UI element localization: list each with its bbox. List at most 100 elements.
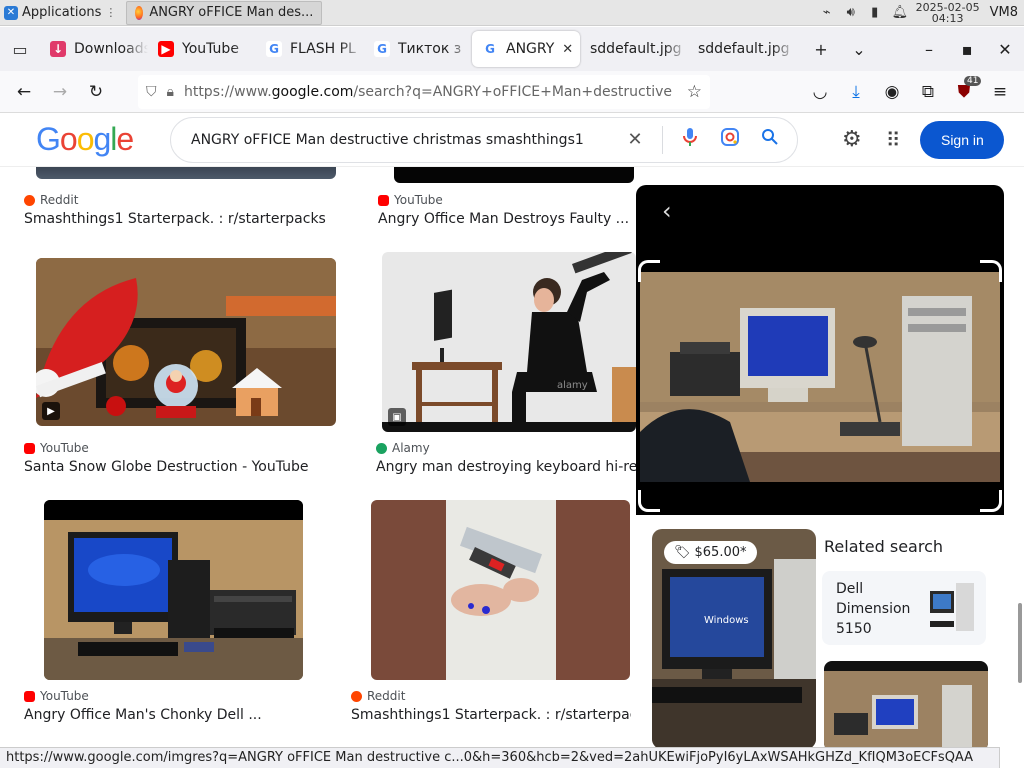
crop-corner-br[interactable] (980, 490, 1002, 512)
xfce-logo-icon: ✕ (4, 5, 18, 20)
menu-separator-icon: ⋮ (105, 6, 117, 19)
back-button[interactable]: ← (6, 74, 42, 110)
clock-date: 2025-02-05 (915, 0, 980, 14)
result-title[interactable]: Smashthings1 Starterpack. : r/starterpac… (351, 707, 631, 723)
tab-2[interactable]: G FLASH PL (256, 31, 364, 67)
tab-4[interactable]: G ANGRY ✕ (472, 31, 580, 67)
crop-corner-bl[interactable] (638, 490, 660, 512)
related-search-heading: Related search (824, 537, 943, 556)
preview-image[interactable] (640, 272, 1000, 482)
app-menu-hamburger-icon[interactable]: ≡ (982, 74, 1018, 110)
system-tray: ⌁ 🔊︎ ▮ 🔔︎ 2025-02-05 04:13 VM8 (820, 2, 1024, 24)
scrollbar-thumb[interactable] (1018, 603, 1022, 683)
tab-fade (448, 31, 472, 67)
google-apps-grid-icon[interactable]: ⠿ (886, 128, 901, 152)
reddit-icon (24, 194, 35, 206)
related-image-2[interactable] (824, 661, 988, 747)
search-box[interactable]: ANGRY oFFICE Man destructive christmas s… (170, 116, 798, 163)
result-source[interactable]: Alamy (376, 441, 430, 455)
related-search-card[interactable]: Dell Dimension 5150 (822, 571, 986, 645)
network-icon[interactable]: ⌁ (820, 5, 834, 20)
related-section: Windows 🏷︎ $65.00* Related search Dell Di… (636, 515, 1004, 747)
account-icon[interactable]: ◉ (874, 74, 910, 110)
tab-label: ANGRY (506, 41, 555, 57)
voice-search-mic-icon[interactable] (677, 127, 703, 152)
search-submit-icon[interactable] (757, 128, 783, 151)
extension-badge-count: 41 (964, 75, 982, 86)
result-image-chonky-dell[interactable] (44, 500, 303, 680)
lock-icon[interactable]: 🔒︎ (167, 84, 174, 100)
new-tab-button[interactable]: + (802, 27, 840, 71)
browser-tab-strip: ▭ ↓ Downloads ▶ YouTube G FLASH PL G Тикток з G A… (0, 27, 1024, 71)
image-preview-panel: ‹ (636, 185, 1004, 515)
tab-5[interactable]: sddefault.jpg (580, 31, 688, 67)
applications-label: Applications (22, 5, 102, 20)
bookmark-star-icon[interactable]: ☆ (687, 82, 702, 102)
tab-0[interactable]: ↓ Downloads (40, 31, 148, 67)
result-source[interactable]: YouTube (24, 689, 89, 703)
settings-gear-icon[interactable]: ⚙ (842, 127, 862, 152)
result-source[interactable]: Reddit (24, 193, 78, 207)
price-tag[interactable]: 🏷︎ $65.00* (664, 541, 757, 564)
tracking-shield-icon[interactable]: ⛉ (146, 84, 157, 100)
search-input[interactable]: ANGRY oFFICE Man destructive christmas s… (191, 132, 608, 148)
downloads-favicon-icon: ↓ (50, 41, 66, 57)
result-image-santa-globe[interactable]: ▶ (36, 258, 336, 426)
source-label: YouTube (40, 689, 89, 703)
price-tag-icon: 🏷︎ (674, 545, 691, 560)
list-tabs-chevron-icon[interactable]: ⌄ (840, 27, 878, 71)
downloads-icon[interactable]: ⤓ (838, 74, 874, 110)
tab-3[interactable]: G Тикток з (364, 31, 472, 67)
google-lens-icon[interactable] (717, 127, 743, 152)
product-tile[interactable]: Windows 🏷︎ $65.00* (652, 529, 816, 747)
battery-icon[interactable]: ▮ (868, 5, 882, 20)
source-label: Alamy (392, 441, 430, 455)
crop-corner-tl[interactable] (638, 260, 660, 282)
google-logo[interactable]: Google (36, 121, 134, 158)
extensions-puzzle-icon[interactable]: ⧉ (910, 74, 946, 110)
result-source[interactable]: YouTube (378, 193, 443, 207)
result-image-partial-2[interactable] (394, 167, 634, 183)
ublock-extension-icon[interactable]: ⛊ 41 (946, 74, 982, 110)
applications-menu[interactable]: ✕ Applications ⋮ (0, 0, 120, 26)
source-label: Reddit (40, 193, 79, 207)
related-search-label: Dell Dimension 5150 (836, 581, 911, 637)
result-image-smashing-hands[interactable] (371, 500, 630, 680)
tab-6[interactable]: sddefault.jpg (688, 31, 796, 67)
result-title[interactable]: Angry Office Man Destroys Faulty ... (378, 211, 634, 227)
vm-label: VM8 (989, 5, 1018, 20)
forward-button[interactable]: → (42, 74, 78, 110)
windows-logo-text: Windows (704, 615, 749, 626)
close-window-button[interactable]: ✕ (986, 27, 1024, 71)
tab-1[interactable]: ▶ YouTube (148, 31, 256, 67)
result-title[interactable]: Santa Snow Globe Destruction - YouTube (24, 459, 344, 475)
pocket-icon[interactable]: ◡ (802, 74, 838, 110)
taskbar-window-firefox[interactable]: ANGRY oFFICE Man des... (126, 0, 323, 25)
tab-fade (232, 31, 256, 67)
result-title[interactable]: Angry man destroying keyboard hi-res ... (376, 459, 636, 475)
google-favicon-icon: G (266, 41, 282, 57)
result-source[interactable]: YouTube (24, 441, 89, 455)
url-text: https://www.google.com/search?q=ANGRY+oF… (183, 83, 673, 100)
clear-search-icon[interactable]: ✕ (622, 129, 648, 150)
sign-in-button[interactable]: Sign in (920, 120, 1005, 159)
result-title[interactable]: Angry Office Man's Chonky Dell ... (24, 707, 344, 723)
clock[interactable]: 2025-02-05 04:13 (916, 2, 980, 24)
image-badge-icon: ▣ (388, 408, 406, 426)
url-bar[interactable]: ⛉ 🔒︎ https://www.google.com/search?q=ANG… (138, 74, 710, 109)
volume-icon[interactable]: 🔊︎ (844, 5, 858, 20)
preview-back-chevron-icon[interactable]: ‹ (662, 197, 672, 225)
tab-close-icon[interactable]: ✕ (562, 42, 573, 57)
firefox-view-icon[interactable]: ▭ (0, 27, 40, 71)
result-source[interactable]: Reddit (351, 689, 405, 703)
result-image-angry-keyboard[interactable]: alamy ▣ (382, 252, 636, 432)
minimize-button[interactable]: – (910, 27, 948, 71)
notification-bell-icon[interactable]: 🔔︎ (892, 5, 909, 20)
maximize-button[interactable]: ▪ (948, 27, 986, 71)
result-image-partial-1[interactable] (36, 167, 336, 179)
crop-corner-tr[interactable] (980, 260, 1002, 282)
page-scrollbar[interactable] (1016, 167, 1024, 747)
os-taskbar: ✕ Applications ⋮ ANGRY oFFICE Man des...… (0, 0, 1024, 26)
reload-button[interactable]: ↻ (78, 74, 114, 110)
result-title[interactable]: Smashthings1 Starterpack. : r/starterpac… (24, 211, 344, 227)
